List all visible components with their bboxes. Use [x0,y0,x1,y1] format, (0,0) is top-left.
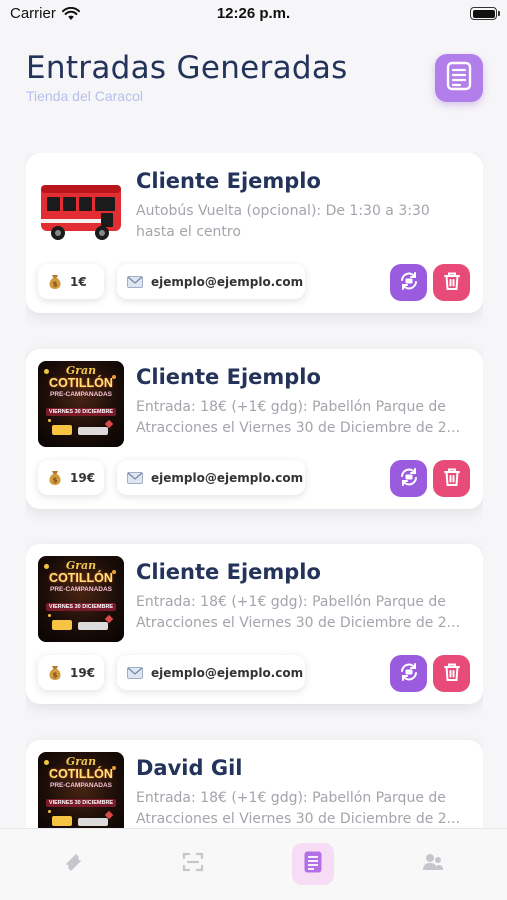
email-icon [127,666,143,679]
poster-title-line2: COTILLÓN [49,571,113,585]
email-icon [127,275,143,288]
resend-ticket-button[interactable] [390,264,427,301]
ticket-card[interactable]: Gran COTILLÓN PRE-CAMPANADAS VIERNES 30 DIC… [26,740,483,828]
ticket-description: Entrada: 18€ (+1€ gdg): Pabellón Parque … [136,594,461,631]
money-bag-icon: $ [48,470,62,486]
battery-icon [470,7,500,20]
email-chip: ejemplo@ejemplo.com [117,264,305,299]
svg-text:$: $ [53,671,58,679]
resend-icon [399,467,419,491]
users-icon [421,850,445,878]
money-bag-icon: $ [48,274,62,290]
poster-title-line2: COTILLÓN [49,376,113,390]
list-icon [303,850,323,878]
resend-icon [399,271,419,295]
page-header: Entradas Generadas Tienda del Caracol [26,50,483,120]
event-poster-image: Gran COTILLÓN PRE-CAMPANADAS VIERNES 30 DIC… [38,361,124,447]
ticket-description: Entrada: 18€ (+1€ gdg): Pabellón Parque … [136,399,461,436]
page-title: Entradas Generadas [26,50,348,86]
poster-date: VIERNES 30 DICIEMBRE [46,408,116,416]
email-chip: ejemplo@ejemplo.com [117,460,305,495]
email-label: ejemplo@ejemplo.com [151,665,304,680]
ticket-icon [61,850,85,878]
email-label: ejemplo@ejemplo.com [151,274,304,289]
list-document-button[interactable] [435,54,483,102]
ticket-description: Autobús Vuelta (opcional): De 1:30 a 3:3… [136,203,430,240]
tab-scan[interactable] [172,843,214,885]
status-bar: Carrier 12:26 p.m. [0,0,507,30]
event-poster-image: Gran COTILLÓN PRE-CAMPANADAS VIERNES 30 DIC… [38,556,124,642]
email-label: ejemplo@ejemplo.com [151,470,304,485]
poster-date: VIERNES 30 DICIEMBRE [46,799,116,807]
trash-icon [443,467,461,491]
list-document-icon [446,61,472,95]
poster-title-line2: COTILLÓN [49,767,113,781]
price-chip: $1€ [38,264,104,299]
event-poster-image: Gran COTILLÓN PRE-CAMPANADAS VIERNES 30 DIC… [38,752,124,828]
ticket-card[interactable]: Gran COTILLÓN PRE-CAMPANADAS VIERNES 30 DIC… [26,349,483,509]
svg-text:$: $ [53,280,58,288]
delete-ticket-button[interactable] [433,655,470,692]
tab-bar [0,828,507,900]
delete-ticket-button[interactable] [433,264,470,301]
ticket-card[interactable]: Gran COTILLÓN PRE-CAMPANADAS VIERNES 30 DIC… [26,544,483,704]
svg-text:$: $ [53,476,58,484]
email-icon [127,471,143,484]
trash-icon [443,662,461,686]
poster-title-line3: PRE-CAMPANADAS [50,391,112,398]
customer-name: Cliente Ejemplo [136,560,321,584]
store-name: Tienda del Caracol [26,88,143,104]
scan-icon [181,850,205,878]
trash-icon [443,271,461,295]
customer-name: Cliente Ejemplo [136,365,321,389]
price-label: 1€ [70,274,87,289]
ticket-description: Entrada: 18€ (+1€ gdg): Pabellón Parque … [136,790,461,827]
tab-tickets[interactable] [52,843,94,885]
price-chip: $19€ [38,460,104,495]
resend-ticket-button[interactable] [390,655,427,692]
ticket-card[interactable]: Cliente Ejemplo Autobús Vuelta (opcional)… [26,153,483,313]
price-label: 19€ [70,665,96,680]
price-label: 19€ [70,470,96,485]
resend-icon [399,662,419,686]
poster-title-line3: PRE-CAMPANADAS [50,782,112,789]
customer-name: Cliente Ejemplo [136,169,321,193]
poster-title-line3: PRE-CAMPANADAS [50,586,112,593]
email-chip: ejemplo@ejemplo.com [117,655,305,690]
ticket-list[interactable]: Cliente Ejemplo Autobús Vuelta (opcional)… [26,153,483,828]
money-bag-icon: $ [48,665,62,681]
tab-users[interactable] [412,843,454,885]
resend-ticket-button[interactable] [390,460,427,497]
clock: 12:26 p.m. [216,5,291,22]
bus-image [38,165,124,251]
delete-ticket-button[interactable] [433,460,470,497]
tab-generated-tickets[interactable] [292,843,334,885]
poster-date: VIERNES 30 DICIEMBRE [46,603,116,611]
price-chip: $19€ [38,655,104,690]
customer-name: David Gil [136,756,243,780]
